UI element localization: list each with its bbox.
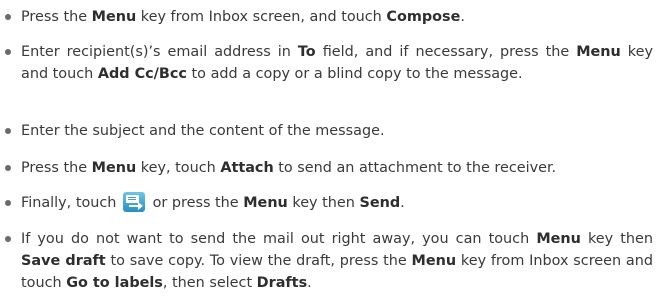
text-run: Press the xyxy=(21,9,92,25)
text-run: key, touch xyxy=(136,160,221,176)
text-run: to save copy. To view the draft, press t… xyxy=(105,253,412,269)
text-run: If you do not want to send the mail out … xyxy=(21,231,537,247)
step-compose: Press the Menu key from Inbox screen, an… xyxy=(0,6,663,28)
bold-term: Menu xyxy=(576,44,621,60)
step-text: If you do not want to send the mail out … xyxy=(21,231,653,291)
bold-term: To xyxy=(297,44,316,60)
send-mail-icon xyxy=(123,192,146,212)
step-attach: Press the Menu key, touch Attach to send… xyxy=(0,157,663,179)
text-run: . xyxy=(460,9,465,25)
step-text: Finally, touch or press the Menu key the… xyxy=(21,192,405,212)
bullet-icon xyxy=(5,236,11,242)
instructions-document: Press the Menu key from Inbox screen, an… xyxy=(0,0,663,299)
text-run: to add a copy or a blind copy to the mes… xyxy=(186,66,523,82)
bullet-icon xyxy=(5,14,11,20)
bold-term: Send xyxy=(359,195,401,211)
bullet-icon xyxy=(5,49,11,55)
text-run: key then xyxy=(287,195,360,211)
step-text: Enter recipient(s)’s email address in To… xyxy=(21,44,653,82)
step-text: Enter the subject and the content of the… xyxy=(21,123,385,139)
text-run: key then xyxy=(580,231,654,247)
bullet-icon xyxy=(5,200,11,206)
text-run: or press the xyxy=(148,195,244,211)
bold-term: Go to labels xyxy=(66,275,163,291)
step-send: Finally, touch or press the Menu key the… xyxy=(0,192,663,214)
text-run: . xyxy=(307,275,312,291)
text-run: , then select xyxy=(162,275,257,291)
text-run: Enter recipient(s)’s email address in xyxy=(21,44,298,60)
step-recipients: Enter recipient(s)’s email address in To… xyxy=(0,41,663,85)
step-text: Press the Menu key from Inbox screen, an… xyxy=(21,9,465,25)
bold-term: Menu xyxy=(91,9,137,25)
bold-term: Menu xyxy=(411,253,457,269)
text-run: to send an attachment to the receiver. xyxy=(273,160,557,176)
bullet-icon xyxy=(5,165,11,171)
text-run: Press the xyxy=(21,160,92,176)
text-run: key from Inbox screen, and touch xyxy=(136,9,387,25)
bold-term: Menu xyxy=(243,195,288,211)
bold-term: Add Cc/Bcc xyxy=(97,66,187,82)
bullet-icon xyxy=(5,128,11,134)
bold-term: Compose xyxy=(386,9,461,25)
text-run: Enter the subject and the content of the… xyxy=(21,123,385,139)
bold-term: Menu xyxy=(91,160,137,176)
bold-term: Save draft xyxy=(21,253,106,269)
step-text: Press the Menu key, touch Attach to send… xyxy=(21,160,556,176)
text-run: field, and if necessary, press the xyxy=(315,44,577,60)
text-run: Finally, touch xyxy=(21,195,122,211)
step-save-draft: If you do not want to send the mail out … xyxy=(0,228,663,294)
bold-term: Attach xyxy=(220,160,274,176)
bold-term: Drafts xyxy=(256,275,308,291)
bold-term: Menu xyxy=(536,231,581,247)
step-subject: Enter the subject and the content of the… xyxy=(0,120,663,142)
text-run: . xyxy=(400,195,405,211)
